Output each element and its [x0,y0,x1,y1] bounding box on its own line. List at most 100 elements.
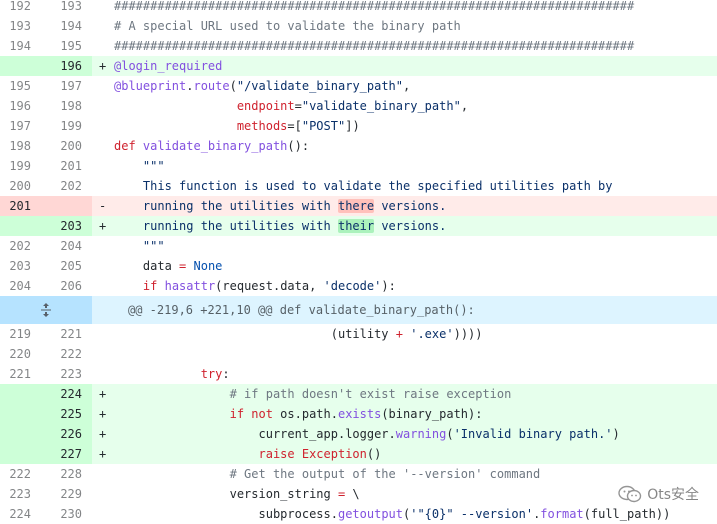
code-token: subprocess. [114,507,338,521]
code-token: format [540,507,584,521]
code-token: @login_required [114,59,223,73]
code-token: ]) [345,119,360,133]
new-line-number[interactable]: 195 [31,36,82,56]
diff-marker [92,76,114,96]
code-token: # if path doesn't exist raise exception [229,387,512,401]
old-line-number[interactable] [0,444,31,464]
code-token: validate_binary_path [142,139,288,153]
new-line-number[interactable]: 193 [31,0,82,16]
code-token: = [294,99,302,113]
code-token: @blueprint [114,79,187,93]
context-line: 202 204 """ [0,236,717,256]
context-line: 197 199 methods=["POST"]) [0,116,717,136]
new-line-number[interactable]: 225 [31,404,82,424]
code-token: \ [345,487,360,501]
added-line: 225 + if not os.path.exists(binary_path): [0,404,717,424]
code-token: getoutput [337,507,403,521]
old-line-number[interactable]: 220 [0,344,31,364]
unfold-icon [40,303,52,317]
new-line-number[interactable]: 204 [31,236,82,256]
old-line-number[interactable] [0,404,31,424]
old-line-number[interactable]: 200 [0,176,31,196]
new-line-number[interactable]: 199 [31,116,82,136]
code-line: ########################################… [114,36,717,56]
new-line-number[interactable]: 201 [31,156,82,176]
code-token: versions. [374,199,447,213]
context-line: 192 193 ##################################… [0,0,717,16]
new-line-number[interactable]: 229 [31,484,82,504]
new-line-number[interactable]: 197 [31,76,82,96]
code-line: # Get the output of the '--version' comm… [114,464,717,484]
code-token: ########################################… [114,0,635,13]
code-token: if [142,279,165,293]
old-line-number[interactable]: 222 [0,464,31,484]
code-token: (request.data, [215,279,324,293]
watermark-text: Ots安全 [647,487,699,503]
code-token: running the utilities with [114,199,338,213]
code-token: current_app.logger. [114,427,396,441]
code-token: route [193,79,230,93]
new-line-number[interactable]: 222 [31,344,82,364]
old-line-number[interactable]: 196 [0,96,31,116]
hunk-header: @@ -219,6 +221,10 @@ def validate_binary… [0,296,717,324]
diff-marker [92,136,114,156]
new-line-number[interactable]: 202 [31,176,82,196]
old-line-number[interactable]: 197 [0,116,31,136]
old-line-number[interactable]: 193 [0,16,31,36]
old-line-number[interactable]: 203 [0,256,31,276]
new-line-number[interactable]: 227 [31,444,82,464]
new-line-number[interactable]: 221 [31,324,82,344]
code-line: @login_required [114,56,717,76]
old-line-number[interactable]: 199 [0,156,31,176]
old-line-number[interactable] [0,424,31,444]
code-token: =[ [287,119,302,133]
code-line: running the utilities with their version… [114,216,717,236]
code-token: running the utilities with [114,219,338,233]
new-line-number[interactable]: 226 [31,424,82,444]
expand-button[interactable] [0,296,92,324]
new-line-number[interactable]: 223 [31,364,82,384]
old-line-number[interactable]: 201 [0,196,31,216]
old-line-number[interactable]: 219 [0,324,31,344]
diff-marker: + [92,384,114,404]
code-line: # if path doesn't exist raise exception [114,384,717,404]
code-token: ) [612,427,620,441]
old-line-number[interactable]: 202 [0,236,31,256]
old-line-number[interactable]: 204 [0,276,31,296]
code-line: (utility + '.exe')))) [114,324,717,344]
code-token: os.path. [280,407,338,421]
old-line-number[interactable] [0,384,31,404]
new-line-number[interactable]: 224 [31,384,82,404]
code-token: warning [395,427,447,441]
new-line-number[interactable]: 198 [31,96,82,116]
code-line: @blueprint.route("/validate_binary_path"… [114,76,717,96]
new-line-number[interactable]: 205 [31,256,82,276]
new-line-number[interactable]: 228 [31,464,82,484]
old-line-number[interactable]: 195 [0,76,31,96]
new-line-number[interactable]: 196 [31,56,82,76]
old-line-number[interactable]: 224 [0,504,31,524]
context-line: 204 206 if hasattr(request.data, 'decode'… [0,276,717,296]
context-line: 195 197 @blueprint.route("/validate_binary… [0,76,717,96]
diff-marker [92,156,114,176]
old-line-number[interactable]: 192 [0,0,31,16]
new-line-number[interactable]: 200 [31,136,82,156]
old-line-number[interactable] [0,56,31,76]
new-line-number[interactable] [31,196,82,216]
new-line-number[interactable]: 206 [31,276,82,296]
new-line-number[interactable]: 230 [31,504,82,524]
code-token: """ [114,239,165,253]
old-line-number[interactable]: 221 [0,364,31,384]
old-line-number[interactable] [0,216,31,236]
new-line-number[interactable]: 194 [31,16,82,36]
code-line: ########################################… [114,0,717,16]
diff-marker [92,324,114,344]
new-line-number[interactable]: 203 [31,216,82,236]
old-line-number[interactable]: 194 [0,36,31,56]
old-line-number[interactable]: 223 [0,484,31,504]
old-line-number[interactable]: 198 [0,136,31,156]
